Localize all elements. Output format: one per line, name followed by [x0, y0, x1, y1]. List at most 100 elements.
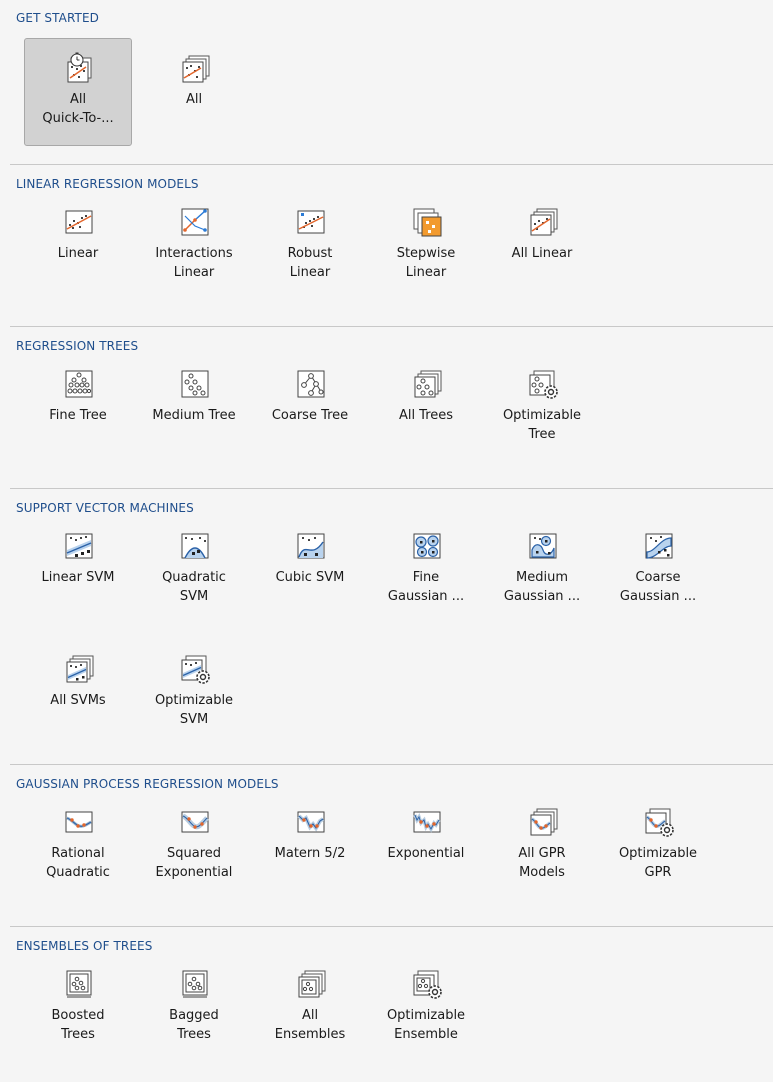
- linear-fit-icon: [63, 206, 95, 238]
- model-label: Quadratic SVM: [162, 570, 226, 604]
- model-tile-all[interactable]: All: [140, 38, 248, 146]
- model-label: Optimizable Ensemble: [386, 1008, 466, 1042]
- section-title: GAUSSIAN PROCESS REGRESSION MODELS: [16, 777, 279, 791]
- rational-quadratic-gpr-icon: [63, 806, 95, 838]
- model-tile-all-linear[interactable]: All Linear: [488, 192, 596, 300]
- model-tile-all-gpr-models[interactable]: All GPR Models: [488, 792, 596, 900]
- exponential-gpr-icon: [411, 806, 443, 838]
- model-label: Exponential: [387, 846, 465, 861]
- fine-gaussian-svm-icon: [411, 530, 443, 562]
- model-label: Squared Exponential: [155, 846, 233, 880]
- model-tile-exponential[interactable]: Exponential: [372, 792, 480, 900]
- optimizable-svm-icon: [179, 653, 211, 685]
- model-label: Linear SVM: [41, 570, 115, 585]
- boosted-trees-icon: [63, 968, 95, 1000]
- model-tile-all-svms[interactable]: All SVMs: [24, 639, 132, 747]
- model-tile-fine-tree[interactable]: Fine Tree: [24, 354, 132, 462]
- model-tile-all-ensembles[interactable]: All Ensembles: [256, 954, 364, 1062]
- model-tile-quadratic-svm[interactable]: Quadratic SVM: [140, 516, 248, 624]
- section-title: ENSEMBLES OF TREES: [16, 939, 153, 953]
- model-label: Medium Tree: [152, 408, 236, 423]
- section-divider: [10, 164, 773, 165]
- model-gallery: GET STARTED All Quick-To-... All LINEAR …: [0, 0, 773, 1082]
- section-divider: [10, 326, 773, 327]
- model-tile-all-quick-to-train[interactable]: All Quick-To-...: [24, 38, 132, 146]
- model-tile-matern-5-2[interactable]: Matern 5/2: [256, 792, 364, 900]
- model-tile-medium-tree[interactable]: Medium Tree: [140, 354, 248, 462]
- optimizable-ensemble-icon: [411, 968, 443, 1000]
- stacked-ensembles-icon: [295, 968, 327, 1000]
- coarse-gaussian-svm-icon: [643, 530, 675, 562]
- section-divider: [10, 488, 773, 489]
- model-tile-medium-gaussian-svm[interactable]: Medium Gaussian ...: [488, 516, 596, 624]
- stacked-scatter-icon: [179, 52, 211, 84]
- model-tile-coarse-tree[interactable]: Coarse Tree: [256, 354, 364, 462]
- stacked-gpr-icon: [527, 806, 559, 838]
- model-label: All Ensembles: [274, 1008, 346, 1042]
- model-label: Cubic SVM: [275, 570, 345, 585]
- robust-linear-icon: [295, 206, 327, 238]
- stopwatch-scatter-icon: [63, 52, 95, 84]
- model-label: Boosted Trees: [51, 1008, 105, 1042]
- medium-gaussian-svm-icon: [527, 530, 559, 562]
- squared-exponential-gpr-icon: [179, 806, 211, 838]
- model-tile-fine-gaussian-svm[interactable]: Fine Gaussian ...: [372, 516, 480, 624]
- model-label: All Trees: [398, 408, 454, 423]
- cubic-svm-icon: [295, 530, 327, 562]
- model-label: Optimizable GPR: [618, 846, 698, 880]
- model-label: Coarse Gaussian ...: [619, 570, 697, 604]
- model-tile-optimizable-tree[interactable]: Optimizable Tree: [488, 354, 596, 462]
- model-tile-cubic-svm[interactable]: Cubic SVM: [256, 516, 364, 624]
- model-tile-all-trees[interactable]: All Trees: [372, 354, 480, 462]
- quadratic-svm-icon: [179, 530, 211, 562]
- model-tile-robust-linear[interactable]: Robust Linear: [256, 192, 364, 300]
- section-title: REGRESSION TREES: [16, 339, 139, 353]
- model-label: Optimizable Tree: [502, 408, 582, 442]
- model-label: Linear: [57, 246, 99, 261]
- model-tile-stepwise-linear[interactable]: Stepwise Linear: [372, 192, 480, 300]
- medium-tree-icon: [179, 368, 211, 400]
- model-tile-linear-svm[interactable]: Linear SVM: [24, 516, 132, 624]
- stacked-trees-icon: [411, 368, 443, 400]
- model-label: All SVMs: [50, 693, 106, 708]
- model-tile-optimizable-svm[interactable]: Optimizable SVM: [140, 639, 248, 747]
- model-label: Fine Tree: [49, 408, 107, 423]
- fine-tree-icon: [63, 368, 95, 400]
- section-title: SUPPORT VECTOR MACHINES: [16, 501, 194, 515]
- model-tile-coarse-gaussian-svm[interactable]: Coarse Gaussian ...: [604, 516, 712, 624]
- optimizable-tree-icon: [527, 368, 559, 400]
- matern-gpr-icon: [295, 806, 327, 838]
- model-label: All Linear: [511, 246, 573, 261]
- model-tile-squared-exponential[interactable]: Squared Exponential: [140, 792, 248, 900]
- model-tile-rational-quadratic[interactable]: Rational Quadratic: [24, 792, 132, 900]
- section-divider: [10, 764, 773, 765]
- section-title: LINEAR REGRESSION MODELS: [16, 177, 199, 191]
- model-label: Interactions Linear: [155, 246, 233, 280]
- section-title: GET STARTED: [16, 11, 99, 25]
- model-label: Optimizable SVM: [154, 693, 234, 727]
- model-label: All: [185, 92, 203, 107]
- model-tile-linear[interactable]: Linear: [24, 192, 132, 300]
- stepwise-linear-icon: [411, 206, 443, 238]
- model-label: Fine Gaussian ...: [387, 570, 465, 604]
- model-tile-bagged-trees[interactable]: Bagged Trees: [140, 954, 248, 1062]
- optimizable-gpr-icon: [643, 806, 675, 838]
- model-label: Medium Gaussian ...: [503, 570, 581, 604]
- model-tile-optimizable-ensemble[interactable]: Optimizable Ensemble: [372, 954, 480, 1062]
- model-tile-boosted-trees[interactable]: Boosted Trees: [24, 954, 132, 1062]
- section-divider: [10, 926, 773, 927]
- interactions-linear-icon: [179, 206, 211, 238]
- model-label: Coarse Tree: [271, 408, 349, 423]
- stacked-svm-icon: [63, 653, 95, 685]
- linear-svm-icon: [63, 530, 95, 562]
- model-label: Bagged Trees: [169, 1008, 219, 1042]
- model-label: Robust Linear: [287, 246, 333, 280]
- model-label: Matern 5/2: [274, 846, 346, 861]
- bagged-trees-icon: [179, 968, 211, 1000]
- stacked-linear-icon: [527, 206, 559, 238]
- model-label: Rational Quadratic: [46, 846, 110, 880]
- coarse-tree-icon: [295, 368, 327, 400]
- model-tile-optimizable-gpr[interactable]: Optimizable GPR: [604, 792, 712, 900]
- model-tile-interactions-linear[interactable]: Interactions Linear: [140, 192, 248, 300]
- model-label: Stepwise Linear: [396, 246, 456, 280]
